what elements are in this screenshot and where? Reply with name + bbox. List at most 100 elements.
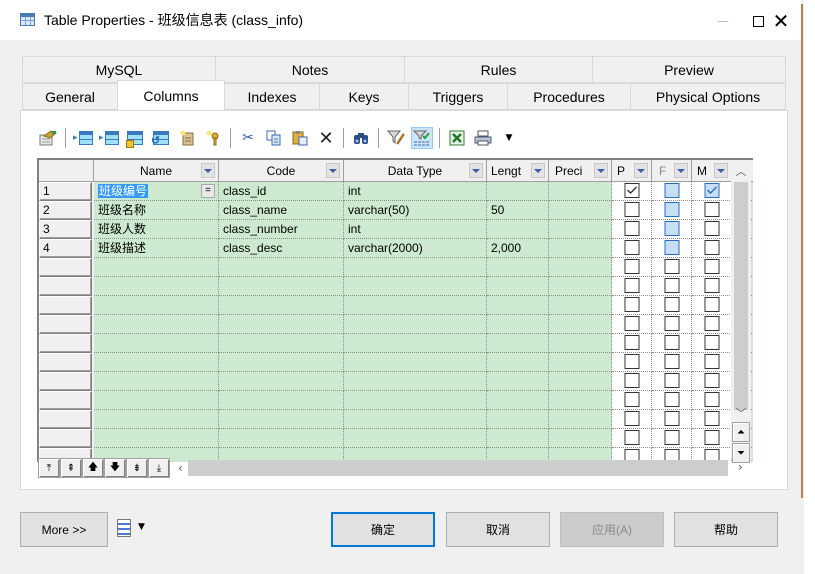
cell-mandatory[interactable] bbox=[692, 353, 732, 372]
tab-physical-options[interactable]: Physical Options bbox=[630, 83, 786, 110]
cell-length[interactable] bbox=[487, 277, 549, 296]
ok-button[interactable]: 确定 bbox=[331, 512, 435, 547]
cell-foreign[interactable] bbox=[652, 258, 692, 277]
vertical-scrollbar[interactable]: ︿ ﹀ ⏶ ⏷ bbox=[731, 160, 751, 463]
tab-preview[interactable]: Preview bbox=[592, 56, 786, 83]
column-header-name[interactable]: Name bbox=[94, 160, 219, 182]
more-button[interactable]: More >> bbox=[20, 512, 108, 547]
cell-length[interactable] bbox=[487, 353, 549, 372]
tab-general[interactable]: General bbox=[22, 83, 118, 110]
cell-name[interactable] bbox=[94, 296, 219, 315]
filter-icon[interactable] bbox=[386, 128, 406, 148]
cell-primary[interactable] bbox=[612, 182, 652, 201]
primary-checkbox[interactable] bbox=[624, 297, 639, 312]
tab-procedures[interactable]: Procedures bbox=[507, 83, 631, 110]
cell-length[interactable] bbox=[487, 182, 549, 201]
primary-checkbox[interactable] bbox=[624, 202, 639, 217]
cell-mandatory[interactable] bbox=[692, 258, 732, 277]
cell-data-type[interactable] bbox=[344, 391, 487, 410]
cell-foreign[interactable] bbox=[652, 429, 692, 448]
move-top-icon[interactable]: ⤒ bbox=[38, 458, 60, 478]
cell-length[interactable] bbox=[487, 296, 549, 315]
cell-length[interactable] bbox=[487, 315, 549, 334]
row-number[interactable]: 1 bbox=[39, 182, 92, 201]
mandatory-checkbox[interactable] bbox=[704, 354, 719, 369]
cell-precision[interactable] bbox=[549, 391, 612, 410]
cell-mandatory[interactable] bbox=[692, 334, 732, 353]
cell-primary[interactable] bbox=[612, 296, 652, 315]
cell-foreign[interactable] bbox=[652, 372, 692, 391]
foreign-checkbox[interactable] bbox=[664, 278, 679, 293]
cell-precision[interactable] bbox=[549, 277, 612, 296]
apply-button[interactable]: 应用(A) bbox=[560, 512, 664, 547]
excel-export-icon[interactable] bbox=[447, 128, 467, 148]
mandatory-checkbox[interactable] bbox=[704, 373, 719, 388]
print-icon[interactable] bbox=[473, 128, 493, 148]
cell-precision[interactable] bbox=[549, 220, 612, 239]
cell-length[interactable] bbox=[487, 220, 549, 239]
cell-mandatory[interactable] bbox=[692, 410, 732, 429]
report-icon[interactable] bbox=[117, 519, 131, 537]
cell-foreign[interactable] bbox=[652, 220, 692, 239]
row-number[interactable]: 4 bbox=[39, 239, 92, 258]
help-button[interactable]: 帮助 bbox=[674, 512, 778, 547]
cell-primary[interactable] bbox=[612, 429, 652, 448]
row-number[interactable] bbox=[39, 258, 92, 277]
primary-checkbox[interactable] bbox=[624, 335, 639, 350]
primary-checkbox[interactable] bbox=[624, 411, 639, 426]
cell-foreign[interactable] bbox=[652, 239, 692, 258]
mandatory-checkbox[interactable] bbox=[704, 297, 719, 312]
cell-code[interactable] bbox=[219, 315, 344, 334]
cell-code[interactable] bbox=[219, 410, 344, 429]
move-page-up-icon[interactable]: ⇞ bbox=[60, 458, 82, 478]
cell-mandatory[interactable] bbox=[692, 391, 732, 410]
report-dropdown-icon[interactable]: ▼ bbox=[138, 522, 145, 532]
delete-icon[interactable]: ✕ bbox=[316, 128, 336, 149]
mandatory-checkbox[interactable] bbox=[704, 316, 719, 331]
cell-primary[interactable] bbox=[612, 353, 652, 372]
primary-checkbox[interactable] bbox=[624, 221, 639, 236]
row-number[interactable] bbox=[39, 372, 92, 391]
row-number[interactable] bbox=[39, 277, 92, 296]
foreign-checkbox[interactable] bbox=[664, 240, 679, 255]
copy-icon[interactable] bbox=[264, 128, 284, 148]
row-number[interactable] bbox=[39, 315, 92, 334]
cell-data-type[interactable] bbox=[344, 277, 487, 296]
scroll-up-icon[interactable]: ︿ bbox=[735, 164, 747, 178]
cell-precision[interactable] bbox=[549, 353, 612, 372]
cell-foreign[interactable] bbox=[652, 182, 692, 201]
cell-mandatory[interactable] bbox=[692, 201, 732, 220]
add-key-icon[interactable] bbox=[203, 128, 223, 148]
cell-code[interactable] bbox=[219, 353, 344, 372]
cell-data-type[interactable]: varchar(50) bbox=[344, 201, 487, 220]
cell-precision[interactable] bbox=[549, 372, 612, 391]
cell-primary[interactable] bbox=[612, 239, 652, 258]
row-number[interactable] bbox=[39, 391, 92, 410]
column-header-foreign[interactable]: F bbox=[652, 160, 692, 182]
foreign-checkbox[interactable] bbox=[664, 392, 679, 407]
find-icon[interactable] bbox=[351, 128, 371, 148]
cell-code[interactable] bbox=[219, 372, 344, 391]
cell-name[interactable]: 班级人数 bbox=[94, 220, 219, 239]
cell-data-type[interactable]: int bbox=[344, 220, 487, 239]
primary-checkbox[interactable] bbox=[624, 259, 639, 274]
cancel-button[interactable]: 取消 bbox=[446, 512, 550, 547]
move-bottom-icon[interactable]: ⤓ bbox=[148, 458, 170, 478]
cell-foreign[interactable] bbox=[652, 201, 692, 220]
cell-primary[interactable] bbox=[612, 201, 652, 220]
chevron-down-icon[interactable] bbox=[714, 163, 728, 178]
cell-data-type[interactable] bbox=[344, 429, 487, 448]
cell-length[interactable] bbox=[487, 258, 549, 277]
foreign-checkbox[interactable] bbox=[664, 335, 679, 350]
cell-length[interactable] bbox=[487, 372, 549, 391]
cell-precision[interactable] bbox=[549, 315, 612, 334]
row-number[interactable] bbox=[39, 353, 92, 372]
column-header-mandatory[interactable]: M bbox=[692, 160, 732, 182]
cell-name[interactable] bbox=[94, 334, 219, 353]
cell-primary[interactable] bbox=[612, 220, 652, 239]
cell-primary[interactable] bbox=[612, 258, 652, 277]
cell-primary[interactable] bbox=[612, 315, 652, 334]
cell-name[interactable] bbox=[94, 391, 219, 410]
move-down-icon[interactable]: 🡇 bbox=[104, 458, 126, 478]
name-edit-text[interactable]: 班级编号 bbox=[98, 184, 149, 198]
